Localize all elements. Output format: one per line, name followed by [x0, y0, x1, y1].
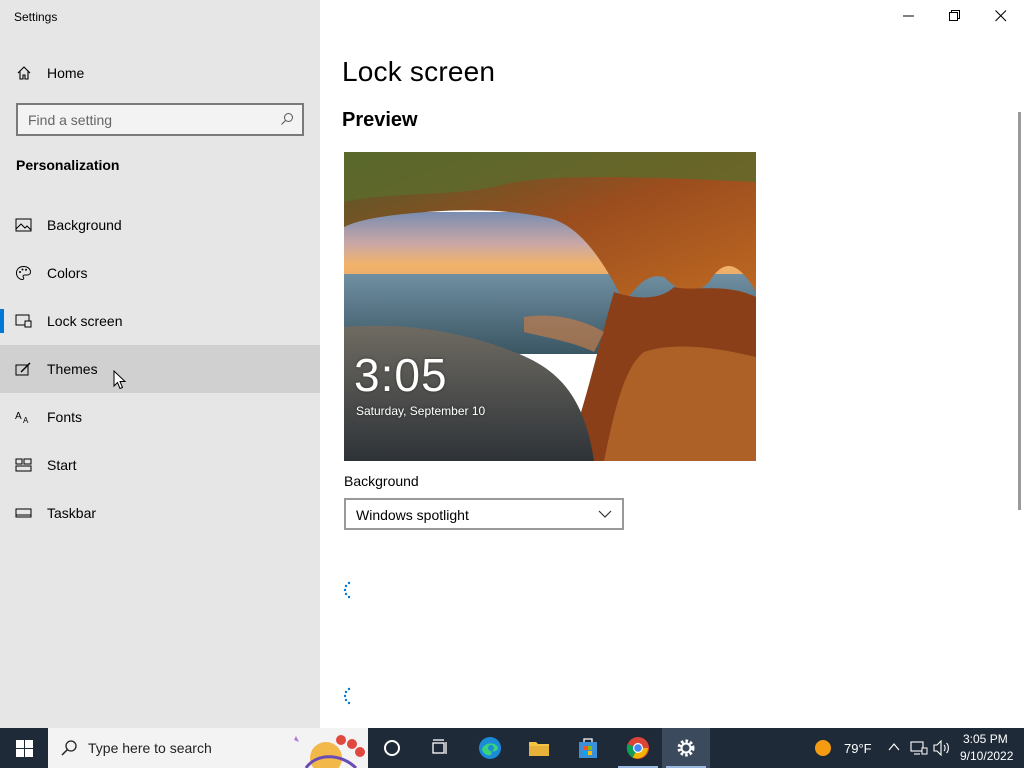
- sidebar-item-label: Background: [47, 217, 122, 233]
- taskbar-icon: [15, 508, 32, 518]
- mouse-cursor-icon: [113, 370, 127, 390]
- restore-icon: [949, 10, 960, 21]
- volume-icon[interactable]: [933, 740, 951, 756]
- start-button[interactable]: [0, 728, 48, 768]
- lock-screen-icon: [15, 314, 32, 328]
- home-button[interactable]: Home: [0, 56, 320, 90]
- preview-clock-date: Saturday, September 10: [356, 404, 486, 418]
- close-icon: [995, 10, 1007, 22]
- sidebar: Settings Home Personalization Background…: [0, 0, 320, 728]
- minimize-icon: [903, 15, 914, 17]
- app-title: Settings: [14, 10, 58, 24]
- sidebar-item-background[interactable]: Background: [0, 201, 320, 249]
- sidebar-item-colors[interactable]: Colors: [0, 249, 320, 297]
- chevron-up-icon[interactable]: [888, 742, 900, 752]
- palette-icon: [15, 265, 32, 281]
- preview-clock-time: 3:05: [354, 349, 448, 401]
- chrome-button[interactable]: [614, 728, 662, 768]
- sidebar-item-themes[interactable]: Themes: [0, 345, 320, 393]
- background-dropdown[interactable]: Windows spotlight: [344, 498, 624, 530]
- svg-text:A: A: [23, 416, 29, 425]
- store-button[interactable]: [564, 728, 612, 768]
- cortana-button[interactable]: [368, 728, 416, 768]
- gear-icon: [677, 739, 695, 757]
- network-icon[interactable]: [910, 740, 928, 756]
- section-title: Personalization: [16, 157, 120, 173]
- restore-button[interactable]: [932, 0, 978, 32]
- sidebar-item-label: Taskbar: [47, 505, 97, 521]
- taskbar: Type here to search 79°F 3:05 PM 9/10/20…: [0, 728, 1024, 768]
- sidebar-item-lock-screen[interactable]: Lock screen: [0, 297, 320, 345]
- sidebar-item-label: Colors: [47, 265, 88, 281]
- selection-indicator: [0, 309, 4, 333]
- home-icon: [17, 66, 31, 80]
- settings-button[interactable]: [662, 728, 710, 768]
- cortana-icon: [384, 740, 400, 756]
- sidebar-item-label: Themes: [47, 361, 98, 377]
- loading-spinner-icon: [343, 581, 351, 599]
- start-icon: [15, 458, 32, 472]
- setting-search-input[interactable]: [18, 105, 268, 134]
- sidebar-item-label: Fonts: [47, 409, 83, 425]
- edge-button[interactable]: [466, 728, 514, 768]
- task-view-button[interactable]: [416, 728, 464, 768]
- background-label: Background: [344, 473, 419, 489]
- taskbar-search-placeholder: Type here to search: [88, 740, 212, 756]
- chevron-down-icon: [598, 510, 612, 518]
- background-dropdown-value: Windows spotlight: [356, 507, 469, 523]
- home-label: Home: [47, 65, 85, 81]
- taskbar-clock-time[interactable]: 3:05 PM: [963, 732, 1008, 746]
- scrollbar[interactable]: [1018, 112, 1021, 510]
- svg-text:A: A: [15, 411, 22, 422]
- sidebar-item-start[interactable]: Start: [0, 441, 320, 489]
- search-icon: [61, 740, 77, 756]
- close-button[interactable]: [978, 0, 1024, 32]
- store-icon: [579, 738, 597, 758]
- themes-icon: [15, 362, 31, 376]
- taskbar-search-box[interactable]: Type here to search: [48, 728, 368, 768]
- loading-spinner-icon: [343, 687, 351, 705]
- weather-temperature[interactable]: 79°F: [844, 741, 872, 756]
- fonts-icon: A A: [15, 411, 29, 425]
- sidebar-item-fonts[interactable]: A A Fonts: [0, 393, 320, 441]
- search-icon[interactable]: [280, 112, 294, 126]
- sidebar-item-label: Lock screen: [47, 313, 123, 329]
- preview-heading: Preview: [342, 109, 418, 131]
- page-title: Lock screen: [342, 56, 496, 87]
- chrome-icon: [626, 737, 649, 759]
- folder-icon: [529, 742, 549, 756]
- lock-screen-preview: 3:05 Saturday, September 10: [344, 152, 756, 461]
- setting-search-box[interactable]: [16, 103, 304, 136]
- minimize-button[interactable]: [886, 0, 932, 32]
- taskbar-clock-date[interactable]: 9/10/2022: [960, 749, 1013, 763]
- task-view-icon: [432, 739, 447, 754]
- edge-browser-icon: [479, 737, 501, 759]
- sidebar-item-taskbar[interactable]: Taskbar: [0, 489, 320, 537]
- picture-icon: [15, 218, 32, 232]
- sidebar-item-label: Start: [47, 457, 77, 473]
- search-highlight-icon: [294, 735, 365, 768]
- file-explorer-button[interactable]: [515, 728, 563, 768]
- windows-logo-icon: [16, 740, 33, 757]
- weather-sun-icon[interactable]: [814, 739, 832, 757]
